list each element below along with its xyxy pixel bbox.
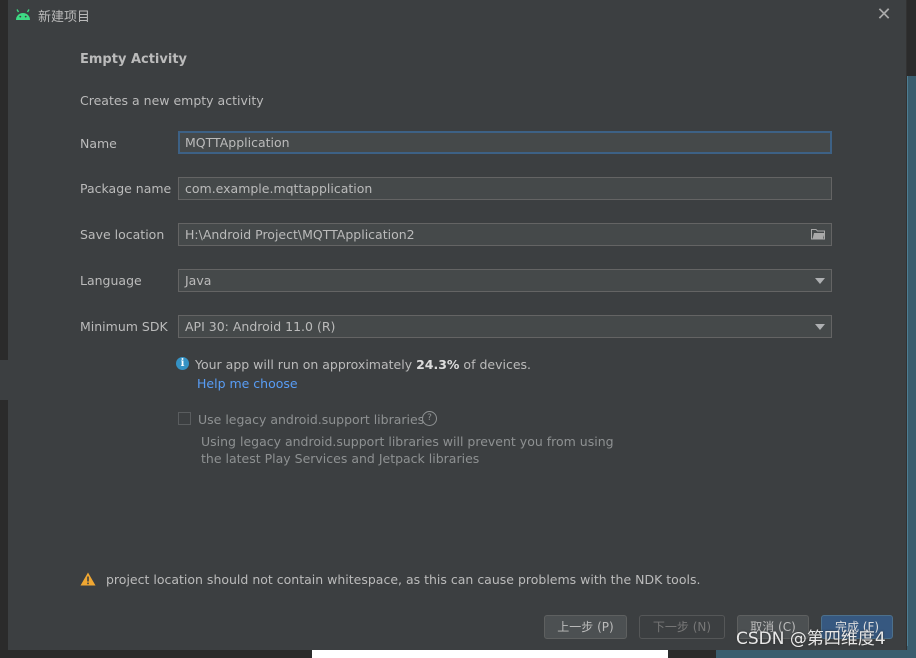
coverage-suffix: of devices. — [459, 357, 531, 372]
window-title: 新建项目 — [38, 10, 91, 25]
folder-icon[interactable] — [811, 228, 825, 240]
background-editor-strip — [906, 76, 916, 658]
save-location-label: Save location — [80, 227, 165, 242]
language-label: Language — [80, 273, 142, 288]
help-me-choose-link[interactable]: Help me choose — [197, 376, 298, 391]
info-icon: i — [176, 357, 189, 370]
close-icon[interactable]: ✕ — [874, 5, 894, 25]
android-icon — [16, 9, 30, 20]
title-bar[interactable]: 新建项目 ✕ — [8, 0, 906, 30]
legacy-libraries-label[interactable]: Use legacy android.support libraries — [198, 412, 424, 427]
coverage-percent: 24.3% — [416, 357, 460, 372]
next-button[interactable]: 下一步 (N) — [639, 615, 725, 639]
template-description: Creates a new empty activity — [80, 93, 264, 108]
warning-icon — [80, 572, 96, 586]
minimum-sdk-select[interactable]: API 30: Android 11.0 (R) — [178, 315, 832, 338]
minimum-sdk-value: API 30: Android 11.0 (R) — [185, 319, 336, 334]
background-window — [906, 0, 916, 76]
watermark: CSDN @第四维度4 — [736, 629, 886, 649]
language-value: Java — [185, 273, 212, 288]
name-label: Name — [80, 136, 117, 151]
chevron-down-icon — [815, 278, 825, 284]
save-location-field[interactable]: H:\Android Project\MQTTApplication2 — [178, 223, 832, 246]
new-project-dialog: 新建项目 ✕ Empty Activity Creates a new empt… — [8, 0, 907, 650]
help-icon[interactable]: ? — [422, 411, 437, 426]
whitespace-warning: project location should not contain whit… — [106, 572, 701, 587]
minimum-sdk-label: Minimum SDK — [80, 319, 168, 334]
package-name-field[interactable] — [178, 177, 832, 200]
language-select[interactable]: Java — [178, 269, 832, 292]
package-name-label: Package name — [80, 181, 172, 196]
legacy-libraries-description: Using legacy android.support libraries w… — [201, 434, 614, 466]
chevron-down-icon — [815, 324, 825, 330]
background-white-area — [312, 650, 668, 658]
coverage-prefix: Your app will run on approximately — [195, 357, 417, 372]
legacy-libraries-checkbox[interactable] — [178, 412, 191, 425]
name-field[interactable] — [178, 131, 832, 154]
template-heading: Empty Activity — [80, 52, 188, 67]
save-location-value: H:\Android Project\MQTTApplication2 — [185, 227, 415, 242]
device-coverage-text: Your app will run on approximately 24.3%… — [195, 357, 531, 372]
previous-button[interactable]: 上一步 (P) — [544, 615, 627, 639]
